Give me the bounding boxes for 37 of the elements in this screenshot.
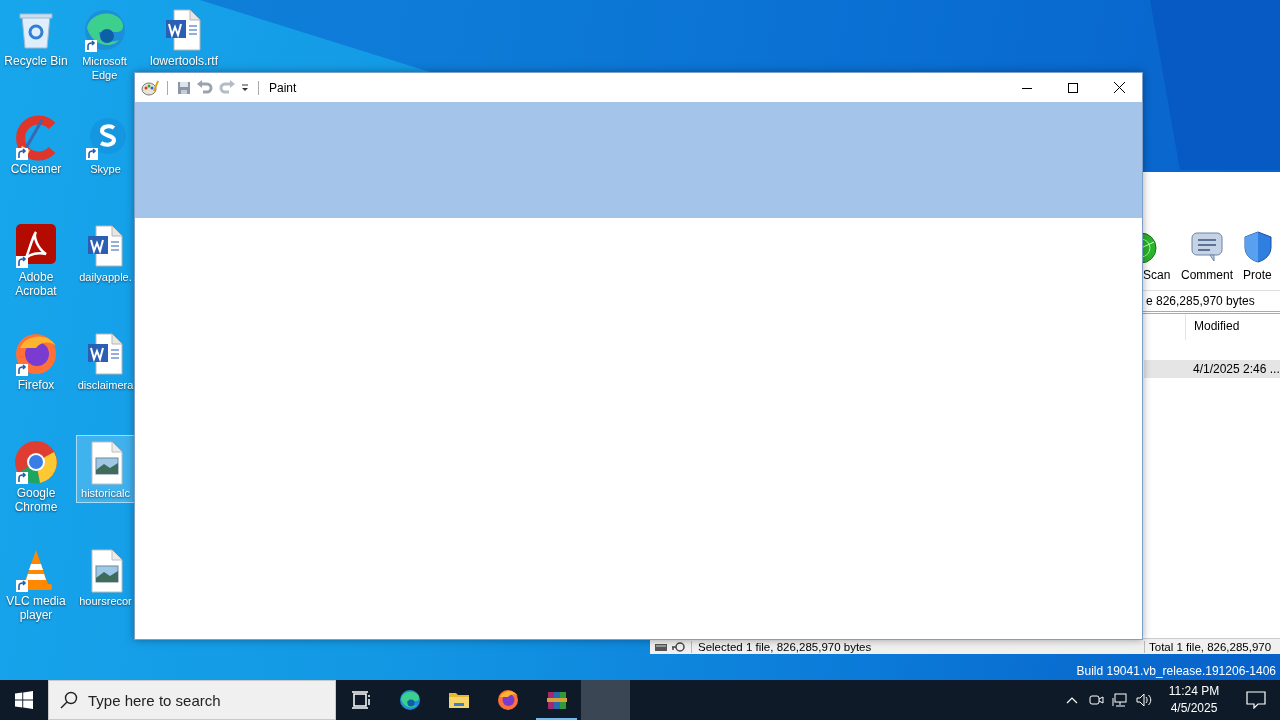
desktop-icon-label[interactable]: dailyapple. [79, 270, 132, 284]
chrome-icon[interactable] [12, 438, 60, 486]
desktop-icon-label[interactable]: Adobe Acrobat [0, 270, 72, 298]
status-text: Selected 1 file, 826,285,970 bytes [697, 640, 872, 653]
search-icon [60, 691, 78, 709]
desktop-icon-label[interactable]: historicalc [81, 486, 130, 500]
clock-date[interactable]: 4/5/2025 [1170, 700, 1218, 717]
clock-time[interactable]: 11:24 PM [1168, 683, 1220, 700]
toolbar-label[interactable]: Scan [1143, 268, 1171, 282]
window-title: Paint [269, 80, 297, 95]
toolbar-label[interactable]: Prote [1243, 268, 1272, 282]
palette-icon[interactable] [141, 79, 159, 96]
close-icon [1113, 82, 1125, 93]
toolbar-label[interactable]: Comment [1181, 268, 1233, 282]
desktop-icon-label[interactable]: disclaimera [77, 378, 134, 392]
save-icon[interactable] [176, 79, 192, 96]
desktop-icon-label[interactable]: Firefox [17, 378, 55, 392]
status-text: Total 1 file, 826,285,970 [1144, 640, 1280, 653]
search-field[interactable]: Type here to search [48, 680, 336, 720]
desktop-icon-label[interactable]: CCleaner [10, 162, 62, 176]
desktop-icon-label[interactable]: Skype [90, 162, 121, 176]
windows-logo-icon [15, 691, 33, 709]
key-icon[interactable] [671, 640, 685, 653]
dropdown-caret-icon[interactable] [240, 82, 250, 93]
file-row[interactable]: 4/1/2025 2:46 ... [1144, 360, 1280, 378]
shield-icon [1243, 230, 1273, 264]
address-text: e 826,285,970 bytes [1146, 294, 1255, 308]
desktop-icon-label[interactable]: lowertools.rtf [150, 54, 218, 68]
desktop-icon-label[interactable]: Microsoft Edge [75, 54, 134, 82]
desktop-icon-label[interactable]: Recycle Bin [4, 54, 68, 68]
desktop-icon-label[interactable]: VLC media player [0, 594, 72, 622]
build-watermark-text: Build 19041.vb_release.191206-1406 [1076, 664, 1276, 678]
maximize-icon [1068, 82, 1078, 93]
desktop-icon-label[interactable]: hoursrecor [79, 594, 132, 608]
speech-bubble-icon [1190, 230, 1224, 264]
column-header[interactable]: Modified [1185, 314, 1248, 340]
desktop-icon-label[interactable]: Google Chrome [0, 486, 72, 514]
